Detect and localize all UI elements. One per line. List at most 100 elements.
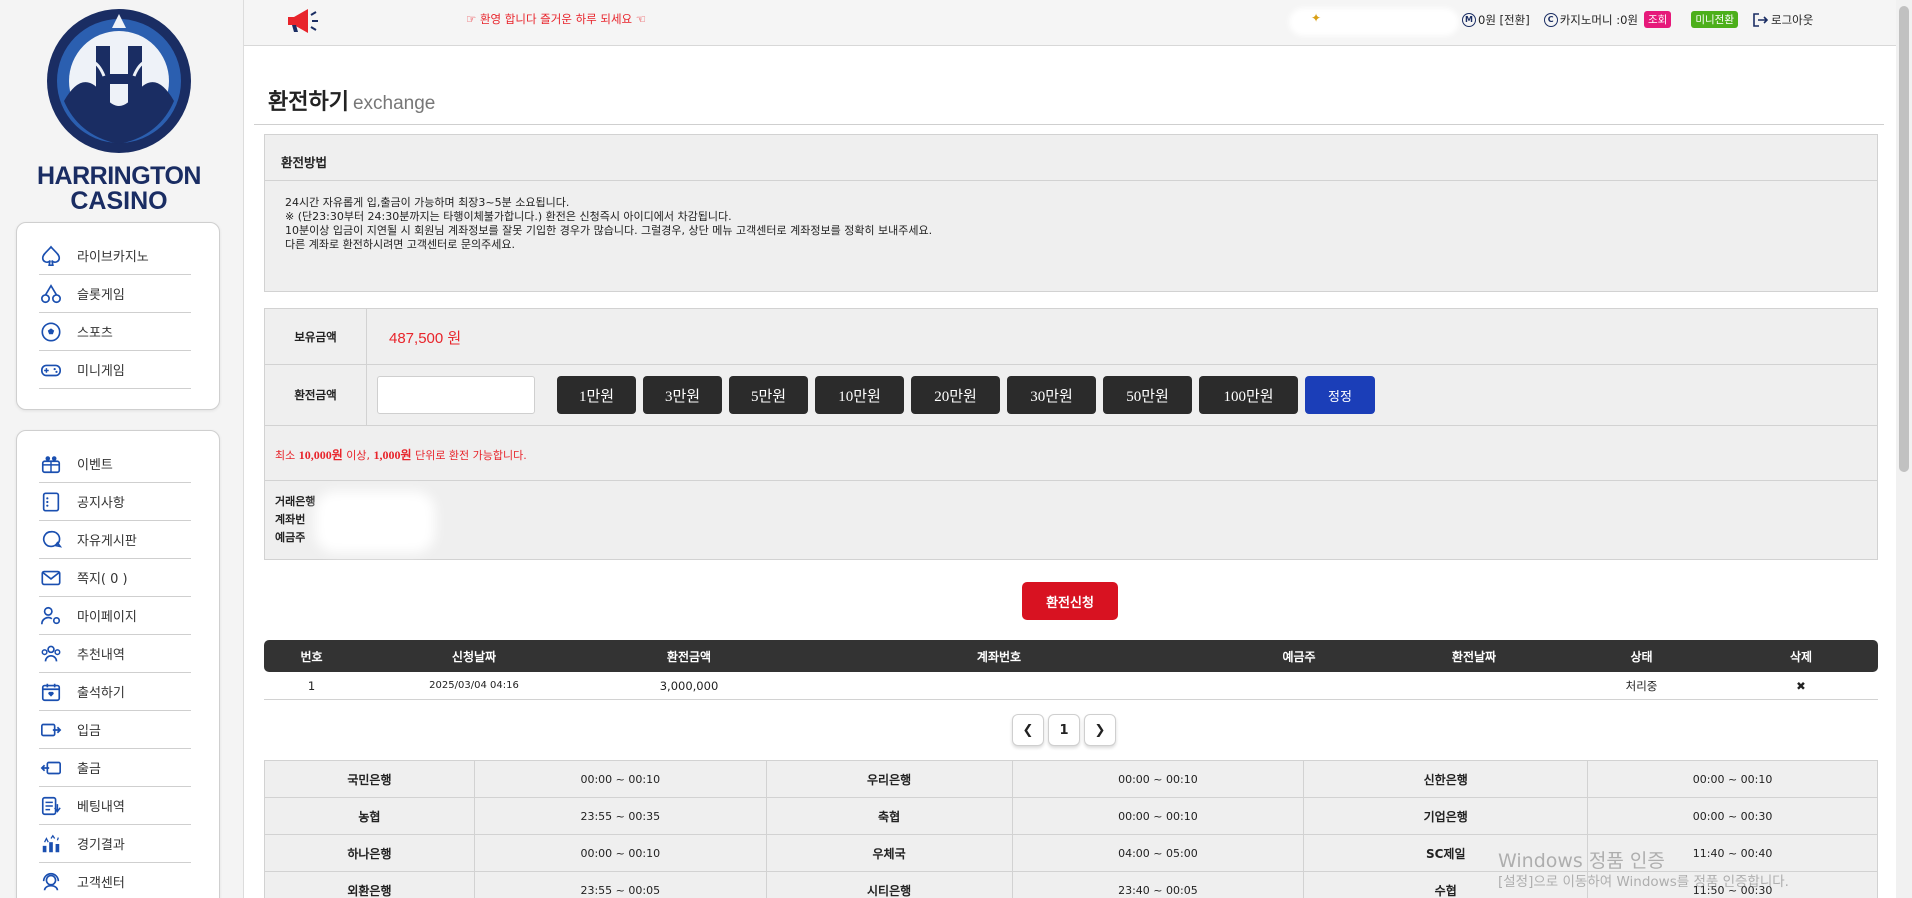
sidebar-item-attendance[interactable]: 출석하기 xyxy=(39,673,191,711)
bank-name: 우리은행 xyxy=(765,760,1013,798)
col-header-status: 상태 xyxy=(1630,649,1653,664)
correct-button[interactable]: 정정 xyxy=(1305,376,1375,414)
sidebar-item-withdraw[interactable]: 출금 xyxy=(39,749,191,787)
account-holder-label: 예금주 xyxy=(275,531,306,544)
sidebar-item-label: 고객센터 xyxy=(77,876,125,891)
account-summary: M 0원 [전환] C 카지노머니 :0원 조회 미니전환 로그아웃 xyxy=(1462,11,1813,28)
amount-button-300k[interactable]: 30만원 xyxy=(1007,376,1096,414)
sidebar-item-referral[interactable]: 추천내역 xyxy=(39,635,191,673)
exchange-amount-input[interactable] xyxy=(377,376,535,414)
megaphone-icon xyxy=(288,9,318,33)
results-icon xyxy=(39,832,63,856)
sidebar-item-notice[interactable]: 공지사항 xyxy=(39,483,191,521)
sidebar-item-mypage[interactable]: 마이페이지 xyxy=(39,597,191,635)
cell-account xyxy=(789,672,1209,699)
amount-button-100k[interactable]: 10만원 xyxy=(815,376,904,414)
amount-row: 환전금액 1만원 3만원 5만원 10만원 20만원 30만원 50만원 100… xyxy=(265,365,1877,426)
min-note-amount1: 10,000원 xyxy=(298,448,343,462)
casino-coin-icon: C xyxy=(1543,12,1558,27)
minimum-note-row: 최소 10,000원 이상, 1,000원 단위로 환전 가능합니다. xyxy=(265,426,1877,481)
exchange-submit-button[interactable]: 환전신청 xyxy=(1022,582,1118,620)
bank-name: 우체국 xyxy=(765,834,1013,872)
bank-hours: 23:55 ~ 00:35 xyxy=(473,797,767,835)
next-page-button[interactable]: ❯ xyxy=(1084,714,1116,746)
amount-button-500k[interactable]: 50만원 xyxy=(1103,376,1192,414)
pagination: ❮ 1 ❯ xyxy=(1012,714,1120,746)
bank-hours: 00:00 ~ 00:30 xyxy=(1587,797,1878,835)
money-text: 0원 [전환] xyxy=(1478,12,1530,27)
page-title: 환전하기 exchange xyxy=(268,84,435,116)
bank-name: 시티은행 xyxy=(765,871,1013,898)
bank-hours: 23:55 ~ 00:05 xyxy=(473,871,767,898)
sidebar-item-sports[interactable]: 스포츠 xyxy=(39,313,191,351)
table-row: 농협 23:55 ~ 00:35 축협 00:00 ~ 00:10 기업은행 0… xyxy=(264,797,1878,835)
delete-icon[interactable]: ✖ xyxy=(1724,672,1878,699)
sidebar-item-label: 출석하기 xyxy=(77,686,125,701)
title-divider xyxy=(254,124,1884,125)
spade-icon xyxy=(39,244,63,268)
sidebar-item-label: 슬롯게임 xyxy=(77,288,125,303)
sidebar-item-label: 이벤트 xyxy=(77,458,113,473)
table-row: 국민은행 00:00 ~ 00:10 우리은행 00:00 ~ 00:10 신한… xyxy=(264,760,1878,798)
sidebar-item-deposit[interactable]: 입금 xyxy=(39,711,191,749)
casino-logo[interactable]: HARRINGTON CASINO xyxy=(26,6,212,216)
sidebar-item-label: 베팅내역 xyxy=(77,800,125,815)
sidebar-item-label: 추천내역 xyxy=(77,648,125,663)
min-note-amount2: 1,000원 xyxy=(373,448,412,462)
amount-button-50k[interactable]: 5만원 xyxy=(729,376,808,414)
col-header-holder: 예금주 xyxy=(1282,649,1316,664)
cell-status: 처리중 xyxy=(1625,678,1658,693)
sidebar-item-minigame[interactable]: 미니게임 xyxy=(39,351,191,389)
balance-row: 보유금액 487,500 원 xyxy=(265,309,1877,365)
bank-hours: 00:00 ~ 00:10 xyxy=(1587,760,1878,798)
account-info-labels: 거래은행 계좌번 예금주 xyxy=(275,493,315,547)
method-line: 10분이상 입금이 지연될 시 회원님 계좌정보를 잘못 기입한 경우가 많습니… xyxy=(285,224,933,237)
page-scrollbar[interactable] xyxy=(1896,0,1912,898)
sidebar-item-event[interactable]: 이벤트 xyxy=(39,445,191,483)
exchange-history-table: 번호 신청날짜 환전금액 계좌번호 예금주 환전날짜 상태 삭제 1 2025/… xyxy=(264,640,1878,700)
money-display[interactable]: M 0원 [전환] xyxy=(1462,12,1530,28)
sidebar-item-free-board[interactable]: 자유게시판 xyxy=(39,521,191,559)
account-info-redacted xyxy=(315,491,435,553)
sidebar-item-bet-history[interactable]: 베팅내역 xyxy=(39,787,191,825)
sidebar-item-label: 출금 xyxy=(77,762,101,777)
bank-name: 기업은행 xyxy=(1303,797,1589,835)
sidebar-item-slot[interactable]: 슬롯게임 xyxy=(39,275,191,313)
cell-amount: 3,000,000 xyxy=(659,678,719,693)
table-row: 1 2025/03/04 04:16 3,000,000 처리중 ✖ xyxy=(264,672,1878,700)
account-number-label: 계좌번 xyxy=(275,513,306,526)
view-badge-button[interactable]: 조회 xyxy=(1644,11,1672,28)
sidebar-item-label: 미니게임 xyxy=(77,364,125,379)
col-header-exchange-date: 환전날짜 xyxy=(1451,649,1497,664)
amount-button-1m[interactable]: 100만원 xyxy=(1199,376,1298,414)
prev-page-button[interactable]: ❮ xyxy=(1012,714,1044,746)
logout-icon xyxy=(1753,12,1768,27)
sidebar-item-support[interactable]: 고객센터 xyxy=(39,863,191,898)
logout-button[interactable]: 로그아웃 xyxy=(1752,12,1813,28)
amount-button-10k[interactable]: 1만원 xyxy=(557,376,636,414)
logout-label: 로그아웃 xyxy=(1770,12,1814,27)
bank-hours: 23:40 ~ 00:05 xyxy=(1011,871,1305,898)
bank-name: 신한은행 xyxy=(1303,760,1589,798)
mini-transfer-button[interactable]: 미니전환 xyxy=(1691,11,1738,28)
scrollbar-thumb[interactable] xyxy=(1899,6,1909,472)
bank-name: 축협 xyxy=(765,797,1013,835)
sidebar-item-results[interactable]: 경기결과 xyxy=(39,825,191,863)
bank-name: 하나은행 xyxy=(264,834,475,872)
withdraw-icon xyxy=(39,756,63,780)
sidebar-item-label: 자유게시판 xyxy=(77,534,137,549)
windows-activation-watermark: Windows 정품 인증 xyxy=(1498,850,1665,872)
page-number-button[interactable]: 1 xyxy=(1048,714,1080,746)
sidebar-item-live-casino[interactable]: 라이브카지노 xyxy=(39,237,191,275)
sidebar-item-label: 입금 xyxy=(77,724,101,739)
sidebar-item-messages[interactable]: 쪽지( 0 ) xyxy=(39,559,191,597)
gamepad-icon xyxy=(39,358,63,382)
top-bar: ☞ 환영 합니다 즐거운 하루 되세요 ☜ ✦ M 0원 [전환] C 카지노머… xyxy=(244,0,1896,46)
amount-button-30k[interactable]: 3만원 xyxy=(643,376,722,414)
deposit-icon xyxy=(39,718,63,742)
col-header-amount: 환전금액 xyxy=(666,649,712,664)
support-icon xyxy=(39,870,63,894)
min-note-middle: 이상, xyxy=(342,449,374,462)
amount-button-200k[interactable]: 20만원 xyxy=(911,376,1000,414)
sidebar-item-label: 경기결과 xyxy=(77,838,125,853)
